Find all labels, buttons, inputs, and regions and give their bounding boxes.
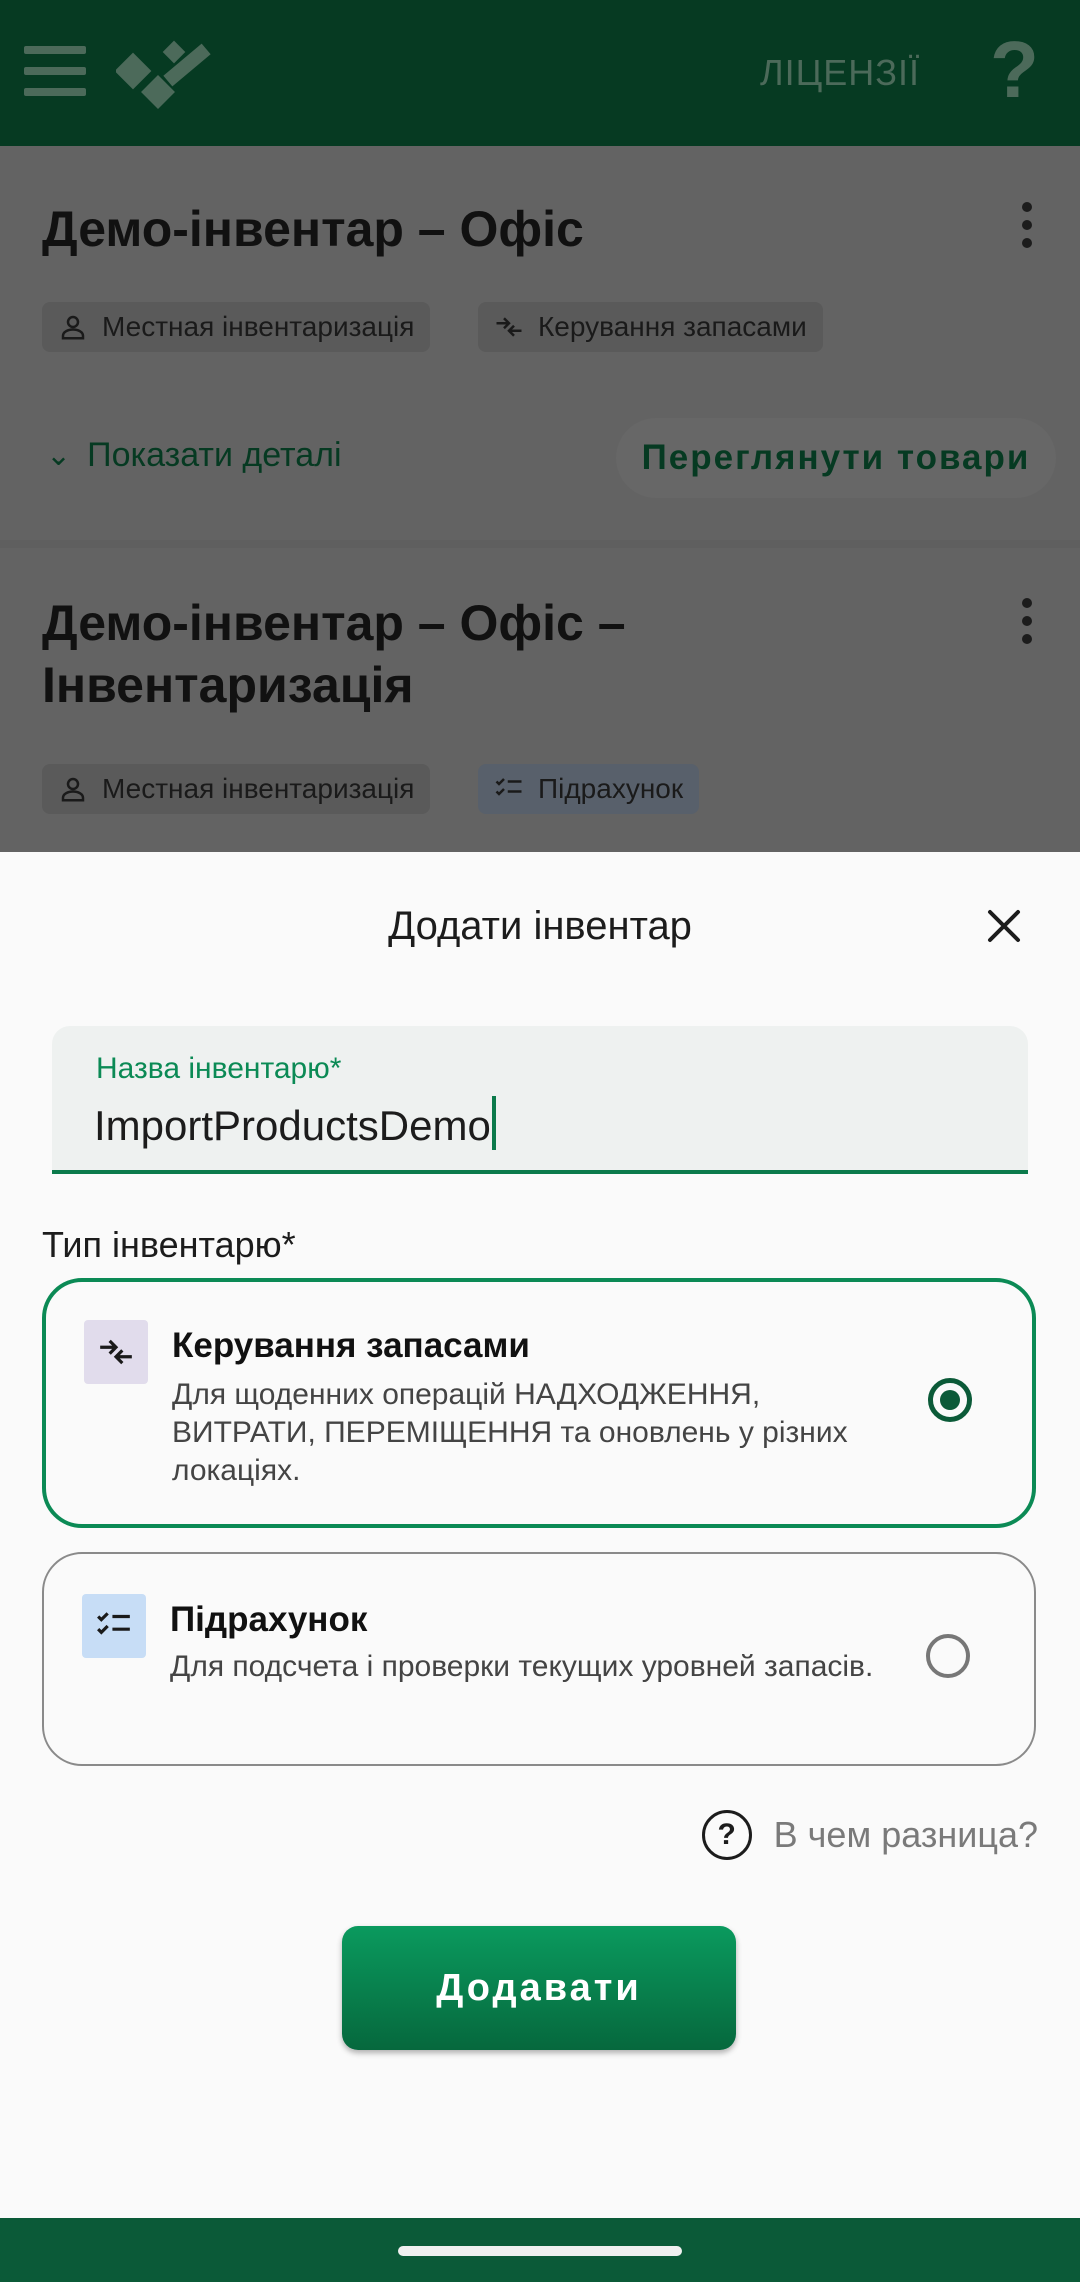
- show-details-label: Показати деталі: [87, 436, 342, 474]
- option-description: Для подсчета і проверки текущих уровней …: [170, 1650, 874, 1683]
- app-bar: ЛІЦЕНЗІЇ ?: [0, 0, 1080, 146]
- licenses-button[interactable]: ЛІЦЕНЗІЇ: [760, 52, 920, 94]
- inventory-title: Демо-інвентар – Офіс – Інвентаризація: [42, 595, 626, 713]
- chip-label: Підрахунок: [538, 773, 684, 804]
- option-title: Керування запасами: [172, 1326, 530, 1365]
- chip-label: Местная інвентаризація: [102, 311, 415, 342]
- option-count[interactable]: Підрахунок Для подсчета і проверки текущ…: [42, 1552, 1036, 1766]
- option-description: Для щоденних операцій НАДХОДЖЕННЯ, ВИТРА…: [172, 1378, 848, 1487]
- checklist-icon: [495, 778, 522, 796]
- difference-label: В чем разница?: [773, 1814, 1038, 1855]
- chip-label: Керування запасами: [538, 311, 807, 342]
- inventory-card: Демо-інвентар – Офіс Местная інвентариза…: [0, 146, 1080, 540]
- close-icon[interactable]: [984, 906, 1024, 946]
- inventory-list: Демо-інвентар – Офіс Местная інвентариза…: [0, 146, 1080, 852]
- swap-arrows-icon: [84, 1320, 148, 1384]
- more-options-icon[interactable]: [1022, 202, 1032, 256]
- radio-selected[interactable]: [928, 1378, 972, 1422]
- question-circle-icon: ?: [701, 1810, 752, 1860]
- inventory-type-label: Тип інвентарю*: [42, 1224, 296, 1265]
- show-details-button[interactable]: ⌄ Показати деталі: [46, 436, 342, 475]
- radio-unselected[interactable]: [926, 1634, 970, 1678]
- home-gesture-handle[interactable]: [398, 2246, 682, 2256]
- chip-local-inventory: Местная інвентаризація: [42, 764, 431, 814]
- option-stock-management[interactable]: Керування запасами Для щоденних операцій…: [42, 1278, 1036, 1528]
- chip-count: Підрахунок: [478, 764, 700, 814]
- sheet-title: Додати інвентар: [388, 904, 692, 948]
- app-logo-icon: [116, 40, 211, 109]
- chevron-down-icon: ⌄: [46, 439, 72, 472]
- help-icon[interactable]: ?: [990, 30, 1039, 110]
- chip-label: Местная інвентаризація: [102, 773, 415, 804]
- checklist-icon: [82, 1594, 146, 1658]
- inventory-name-input[interactable]: Назва інвентарю* ImportProductsDemo: [52, 1026, 1028, 1174]
- browse-products-button[interactable]: Переглянути товари: [616, 418, 1056, 498]
- inventory-name-label: Назва інвентарю*: [96, 1052, 342, 1085]
- person-icon: [61, 315, 85, 340]
- hamburger-menu-icon[interactable]: [24, 46, 86, 96]
- system-nav-bar: [0, 2218, 1080, 2282]
- inventory-card: Демо-інвентар – Офіс – Інвентаризація Ме…: [0, 548, 1080, 852]
- add-inventory-sheet: Додати інвентар Назва інвентарю* ImportP…: [0, 852, 1080, 2218]
- difference-help-link[interactable]: ? В чем разница?: [701, 1810, 1038, 1860]
- text-cursor: [491, 1096, 496, 1150]
- inventory-name-value: ImportProductsDemo: [94, 1102, 491, 1149]
- inventory-title: Демо-інвентар – Офіс: [42, 201, 584, 257]
- swap-arrows-icon: [496, 317, 522, 337]
- person-icon: [61, 777, 85, 802]
- chip-local-inventory: Местная інвентаризація: [42, 302, 431, 352]
- option-title: Підрахунок: [170, 1600, 368, 1639]
- chip-stock-management: Керування запасами: [478, 302, 823, 352]
- inventory-name-value-wrap: ImportProductsDemo: [94, 1096, 496, 1150]
- more-options-icon[interactable]: [1022, 598, 1032, 652]
- add-button[interactable]: Додавати: [342, 1926, 736, 2050]
